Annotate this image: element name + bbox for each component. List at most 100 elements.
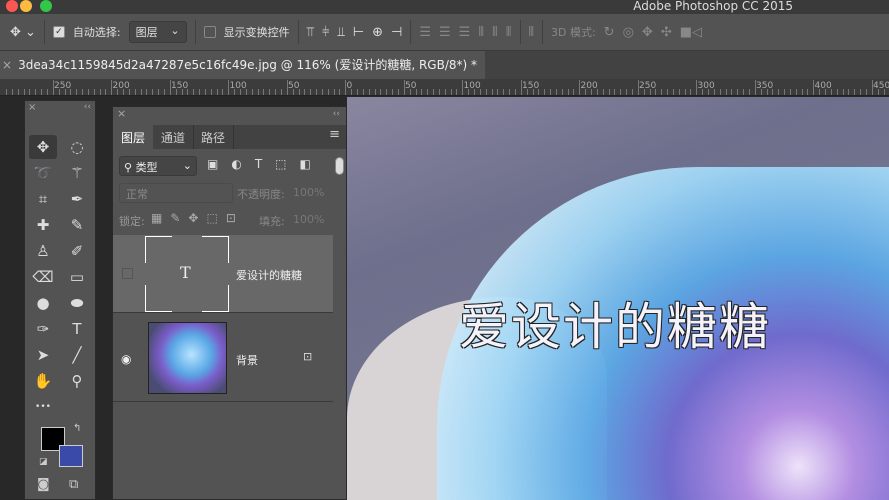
history-brush-tool-icon[interactable]: ✐ (63, 239, 91, 263)
eraser-tool-icon[interactable]: ⌫ (29, 265, 57, 289)
ruler-tick (357, 89, 358, 95)
distribute-hcenter-icon[interactable]: ⦀ (492, 25, 498, 40)
background-color-swatch[interactable] (59, 445, 83, 467)
opacity-label: 不透明度: (237, 188, 285, 201)
show-transform-checkbox[interactable] (203, 26, 216, 38)
lock-artboard-icon[interactable]: ⬚ (206, 211, 217, 225)
pen-tool-icon[interactable]: ✑ (29, 317, 57, 341)
fill-input[interactable]: 100% (293, 213, 324, 226)
align-top-icon[interactable]: ⫪ (307, 25, 314, 40)
filter-toggle[interactable] (335, 157, 344, 175)
lock-all-icon[interactable]: ⊡ (226, 211, 236, 225)
healing-brush-tool-icon[interactable]: ✚ (29, 213, 57, 237)
align-hcenter-icon[interactable]: ⊕ (372, 25, 383, 40)
auto-select-dropdown[interactable]: 图层 ⌄ (128, 21, 187, 43)
path-selection-tool-icon[interactable]: ➤ (29, 343, 57, 367)
document-canvas[interactable]: 爱设计的糖糖 (347, 97, 889, 500)
ruler-tick (725, 89, 727, 95)
layer-row-text[interactable]: T 爱设计的糖糖 (113, 235, 333, 313)
title-bar: Adobe Photoshop CC 2015 (0, 0, 889, 14)
auto-align-icon[interactable]: ⫴ (529, 25, 534, 40)
ruler-tick (550, 89, 552, 95)
3d-rotate-icon[interactable]: ↻ (604, 25, 615, 40)
gradient-tool-icon[interactable]: ▭ (63, 265, 91, 289)
eye-icon[interactable]: ◉ (121, 352, 131, 366)
tab-channels[interactable]: 通道 (153, 125, 195, 149)
distribute-top-icon[interactable]: ☰ (419, 25, 431, 40)
move-tool-icon[interactable]: ✥ (29, 135, 57, 159)
layer-name[interactable]: 爱设计的糖糖 (236, 267, 302, 283)
filter-type-icon[interactable]: T (255, 157, 262, 171)
panel-menu-icon[interactable]: ≡ (329, 127, 340, 142)
visibility-toggle-off[interactable] (122, 268, 133, 279)
minimize-window-button[interactable] (20, 0, 32, 12)
brush-tool-icon[interactable]: ✎ (63, 213, 91, 237)
layer-row-background[interactable]: ◉ 背景 ⊡ (113, 314, 333, 402)
filter-smartobject-icon[interactable]: ◧ (300, 157, 311, 171)
collapse-panel-icon[interactable]: ‹‹ (84, 102, 91, 112)
line-tool-icon[interactable]: ╱ (63, 343, 91, 367)
layer-filter-dropdown[interactable]: ⚲ 类型 ⌄ (119, 156, 197, 176)
screen-mode-icon[interactable]: ⧉ (69, 477, 78, 493)
align-bottom-icon[interactable]: ⫫ (337, 25, 344, 40)
align-left-icon[interactable]: ⊢ (353, 25, 364, 40)
distribute-bottom-icon[interactable]: ☰ (459, 25, 471, 40)
close-tab-icon[interactable]: × (2, 58, 12, 72)
filter-pixel-icon[interactable]: ▣ (207, 157, 218, 171)
move-tool-icon[interactable]: ✥ ⌄ (10, 25, 36, 40)
blur-tool-icon[interactable]: ● (29, 291, 57, 315)
clone-stamp-tool-icon[interactable]: ♙ (29, 239, 57, 263)
zoom-window-button[interactable] (40, 0, 52, 12)
filter-shape-icon[interactable]: ⬚ (275, 157, 286, 171)
show-transform-label: 显示变换控件 (223, 26, 290, 39)
distribute-right-icon[interactable]: ⦀ (506, 25, 512, 40)
3d-roll-icon[interactable]: ◎ (623, 25, 634, 40)
tab-layers[interactable]: 图层 (113, 125, 154, 149)
blend-mode-dropdown[interactable]: 正常 (119, 183, 233, 203)
lock-paint-icon[interactable]: ✎ (170, 211, 180, 225)
lock-position-icon[interactable]: ✥ (188, 211, 198, 225)
filter-adjustment-icon[interactable]: ◐ (231, 157, 241, 171)
ruler-tick (386, 89, 388, 95)
3d-slide-icon[interactable]: ✣ (661, 25, 672, 40)
eyedropper-tool-icon[interactable]: ✒ (63, 187, 91, 211)
default-colors-icon[interactable]: ◪ (39, 457, 48, 467)
document-tab[interactable]: × 3dea34c1159845d2a47287e5c16fc49e.jpg @ … (0, 51, 485, 79)
options-bar: ✥ ⌄ ✓ 自动选择: 图层 ⌄ 显示变换控件 ⫪ ⫩ ⫫ ⊢ ⊕ ⊣ ☰ ☰ ☰… (0, 14, 889, 51)
align-vcenter-icon[interactable]: ⫩ (322, 25, 329, 40)
magic-wand-tool-icon[interactable]: ⚚ (63, 161, 91, 185)
ruler-tick (708, 89, 709, 95)
lasso-tool-icon[interactable]: ➰ (29, 161, 57, 185)
3d-camera-icon[interactable]: ■◁ (680, 25, 702, 40)
collapse-panel-icon[interactable]: ‹‹ (333, 109, 340, 119)
swap-colors-icon[interactable]: ↰ (73, 423, 81, 434)
close-window-button[interactable] (6, 0, 18, 12)
ruler-tick (526, 89, 528, 95)
auto-select-checkbox[interactable]: ✓ (52, 26, 65, 38)
opacity-input[interactable]: 100% (293, 186, 324, 199)
close-panel-icon[interactable]: × (117, 107, 126, 120)
text-selection-marquee: 爱设计的糖糖 (459, 298, 771, 356)
ruler-tick (561, 89, 563, 95)
3d-drag-icon[interactable]: ✥ (642, 25, 653, 40)
hand-tool-icon[interactable]: ✋ (29, 369, 57, 393)
layer-name[interactable]: 背景 (236, 352, 258, 368)
align-right-icon[interactable]: ⊣ (391, 25, 402, 40)
distribute-left-icon[interactable]: ⦀ (478, 25, 484, 40)
lock-transparent-icon[interactable]: ▦ (151, 211, 162, 225)
zoom-tool-icon[interactable]: ⚲ (63, 369, 91, 393)
distribute-vcenter-icon[interactable]: ☰ (439, 25, 451, 40)
quick-mask-icon[interactable]: ◙ (37, 477, 50, 493)
tab-paths[interactable]: 路径 (193, 125, 235, 149)
ruler-tick (409, 89, 411, 95)
ruler-tick (310, 89, 312, 95)
close-panel-icon[interactable]: × (28, 102, 36, 113)
crop-tool-icon[interactable]: ⌗ (29, 187, 57, 211)
marquee-tool-icon[interactable]: ◌ (63, 135, 91, 159)
dodge-tool-icon[interactable]: ⬬ (63, 291, 91, 315)
app-title: Adobe Photoshop CC 2015 (633, 0, 793, 13)
type-tool-icon[interactable]: T (63, 317, 91, 341)
ruler-tick (883, 89, 885, 95)
ruler-label: 100 (229, 81, 247, 91)
more-tools-icon[interactable]: ••• (29, 395, 57, 419)
